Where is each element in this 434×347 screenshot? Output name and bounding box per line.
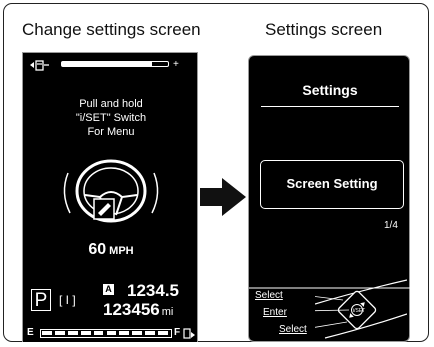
odometer: 123456 mi — [103, 300, 173, 320]
fuel-pump-icon — [30, 60, 49, 71]
temp-segment — [54, 331, 65, 335]
trip-meter: 1234.5 — [127, 281, 179, 300]
control-select-down-label: Select — [279, 324, 307, 335]
temperature-gauge — [40, 329, 172, 338]
fuel-bar-fill — [62, 62, 153, 66]
change-settings-screen: + Pull and hold "i/SET" Switch For Menu … — [22, 52, 198, 342]
settings-title: Settings — [302, 82, 358, 98]
odometer-unit: mi — [161, 306, 174, 318]
switch-label: i/SET — [353, 308, 366, 314]
fuel-gauge: + — [29, 59, 189, 71]
menu-instruction-line-1: Pull and hold — [79, 98, 143, 110]
temp-high-label: F — [174, 327, 181, 338]
temp-segment — [80, 331, 91, 335]
fuel-plus-label: + — [173, 59, 179, 70]
temp-segment — [158, 331, 168, 335]
speed-readout: 60 MPH — [23, 241, 199, 259]
trip-a-icon: A — [103, 284, 114, 295]
arrow-right-icon — [200, 178, 246, 216]
temp-segment — [93, 331, 104, 335]
menu-instruction-line-3: For Menu — [87, 126, 135, 138]
control-select-up-label: Select — [255, 290, 283, 301]
odometer-value: 123456 — [103, 300, 160, 319]
gear-indicator: P — [31, 289, 51, 311]
page-indicator: 1/4 — [384, 220, 398, 231]
title-divider — [261, 106, 399, 107]
steering-wheel-icon — [63, 159, 159, 223]
temp-low-label: E — [27, 327, 34, 338]
temp-segment — [67, 331, 78, 335]
temp-segment — [106, 331, 117, 335]
screen-setting-item[interactable]: Screen Setting — [260, 160, 404, 209]
temp-segment — [42, 331, 52, 335]
caption-settings: Settings screen — [265, 20, 383, 39]
menu-instruction-line-2: "i/SET" Switch — [75, 112, 147, 124]
gear-position: [ I ] — [59, 293, 76, 307]
fuel-bar — [61, 61, 169, 67]
speed-unit: MPH — [109, 245, 134, 257]
caption-change-settings: Change settings screen — [22, 20, 201, 39]
control-enter-label: Enter — [263, 307, 287, 318]
temp-segment — [145, 331, 156, 335]
temp-segment — [119, 331, 130, 335]
speed-value: 60 — [88, 241, 107, 258]
settings-screen: Settings Screen Setting 1/4 Select Enter… — [248, 55, 411, 342]
temp-segment — [132, 331, 143, 335]
fuel-pump-small-icon — [183, 328, 195, 339]
